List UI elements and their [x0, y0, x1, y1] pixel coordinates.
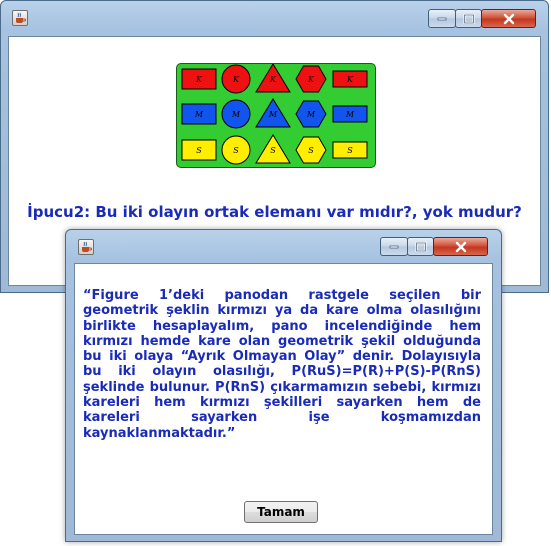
board-hexagon-1-4: K	[295, 65, 327, 93]
dialog-minimize-button[interactable]	[380, 237, 408, 256]
board-shape-label: S	[270, 146, 276, 155]
ok-button[interactable]: Tamam	[244, 501, 318, 523]
board-shape-label: S	[196, 146, 202, 155]
board-rectangle-3-1: S	[181, 139, 217, 161]
board-circle-3-2: S	[221, 135, 251, 165]
board-square-2-5: M	[332, 105, 368, 123]
board-shape-label: K	[346, 75, 354, 84]
board-shape-label: M	[231, 110, 241, 119]
board-rectangle-2-1: M	[181, 103, 217, 125]
minimize-button[interactable]	[428, 9, 456, 28]
board-shape-label: M	[268, 110, 278, 119]
maximize-button[interactable]	[455, 9, 482, 28]
dialog-close-button[interactable]	[433, 237, 488, 256]
board-shape-label: M	[194, 110, 204, 119]
board-shape-label: S	[233, 146, 239, 155]
java-cup-icon[interactable]	[78, 239, 94, 255]
close-button[interactable]	[481, 9, 536, 28]
java-cup-icon[interactable]	[12, 10, 28, 26]
board-hexagon-2-4: M	[295, 100, 327, 128]
board-circle-1-2: K	[221, 64, 251, 94]
board-shape-label: S	[347, 146, 353, 155]
board-square-3-5: S	[332, 141, 368, 159]
close-icon	[455, 241, 466, 252]
dialog-message: “Figure 1’deki panodan rastgele seçilen …	[83, 288, 486, 441]
board-triangle-3-3: S	[255, 134, 291, 164]
board-hexagon-3-4: S	[295, 136, 327, 164]
hint-text: İpucu2: Bu iki olayın ortak elemanı var …	[27, 203, 522, 221]
shape-board-drawing: K K K K K M M M M M S S S S S	[181, 64, 368, 165]
board-shape-label: K	[195, 75, 203, 84]
board-shape-label: S	[308, 146, 314, 155]
message-dialog: “Figure 1’deki panodan rastgele seçilen …	[65, 229, 502, 542]
minimize-icon	[437, 17, 447, 20]
board-shape-label: K	[232, 75, 240, 84]
board-triangle-2-3: M	[255, 98, 291, 128]
main-window-titlebar[interactable]	[0, 0, 549, 36]
board-shape-label: M	[345, 110, 355, 119]
dialog-content: “Figure 1’deki panodan rastgele seçilen …	[74, 263, 493, 535]
board-rectangle-1-1: K	[181, 68, 217, 90]
board-circle-2-2: M	[221, 99, 251, 129]
dialog-titlebar[interactable]	[66, 230, 501, 262]
board-shape-label: M	[306, 110, 316, 119]
board-shape-label: K	[307, 75, 315, 84]
board-shape-label: K	[269, 75, 277, 84]
shape-board: K K K K K M M M M M S S S S S	[176, 63, 376, 168]
board-triangle-1-3: K	[255, 64, 291, 93]
board-square-1-5: K	[332, 70, 368, 88]
maximize-icon	[463, 13, 474, 24]
minimize-icon	[389, 245, 399, 248]
maximize-icon	[415, 241, 426, 252]
dialog-maximize-button[interactable]	[407, 237, 434, 256]
close-icon	[503, 13, 514, 24]
